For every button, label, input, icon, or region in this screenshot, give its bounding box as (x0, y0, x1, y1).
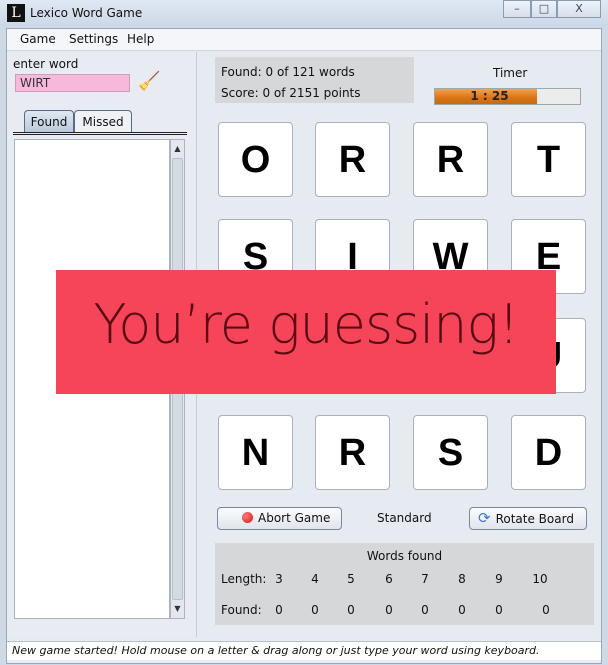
letter-tile[interactable]: R (315, 415, 390, 490)
enter-word-label: enter word (13, 57, 79, 71)
rotate-icon: ⟳ (478, 509, 491, 527)
length-value: 4 (311, 572, 319, 586)
abort-game-button[interactable]: Abort Game (217, 507, 342, 530)
found-count-value: 0 (421, 603, 429, 617)
length-value: 5 (347, 572, 355, 586)
words-found-panel: Words found Length: Found: 3 0 4 0 5 0 6 0 7 0 8 0 9… (215, 543, 594, 625)
length-value: 8 (458, 572, 466, 586)
found-count-value: 0 (385, 603, 393, 617)
rotate-board-button[interactable]: ⟳ Rotate Board (469, 507, 587, 530)
found-count-value: 0 (347, 603, 355, 617)
maximize-button[interactable]: □ (531, 0, 557, 18)
timer-value: 1 : 25 (470, 89, 509, 103)
length-label: Length: (221, 572, 267, 586)
mode-label: Standard (377, 511, 432, 525)
timer-progress-bar: 1 : 25 (434, 88, 581, 105)
window-title: Lexico Word Game (30, 6, 143, 20)
clear-broom-icon[interactable]: 🧹 (138, 71, 162, 95)
letter-tile[interactable]: T (511, 122, 586, 197)
scroll-up-icon[interactable]: ▲ (171, 142, 184, 156)
letter-tile[interactable]: S (413, 415, 488, 490)
rotate-label: Rotate Board (495, 512, 574, 526)
found-label: Found: (221, 603, 262, 617)
letter-tile[interactable]: O (218, 122, 293, 197)
length-value: 7 (421, 572, 429, 586)
menu-help[interactable]: Help (127, 32, 154, 46)
letter-tile[interactable]: R (315, 122, 390, 197)
scroll-down-icon[interactable]: ▼ (171, 602, 184, 616)
tab-found[interactable]: Found (24, 110, 74, 133)
length-value: 6 (385, 572, 393, 586)
abort-label: Abort Game (258, 511, 331, 525)
guessing-overlay-banner: You’re guessing! (56, 270, 556, 394)
timer-label: Timer (493, 66, 528, 80)
score-panel: Found: 0 of 121 words Score: 0 of 2151 p… (215, 57, 414, 103)
length-value: 9 (495, 572, 503, 586)
found-count-value: 0 (495, 603, 503, 617)
found-count-value: 0 (542, 603, 550, 617)
status-bar: New game started! Hold mouse on a letter… (7, 641, 601, 660)
found-count: Found: 0 of 121 words (221, 65, 355, 79)
found-count-value: 0 (311, 603, 319, 617)
tab-missed[interactable]: Missed (74, 110, 132, 133)
tab-divider (13, 132, 187, 135)
words-found-title: Words found (366, 549, 443, 563)
length-value: 3 (275, 572, 283, 586)
stop-icon (242, 512, 253, 523)
score-count: Score: 0 of 2151 points (221, 86, 361, 100)
word-input[interactable]: WIRT (15, 74, 130, 92)
found-count-value: 0 (458, 603, 466, 617)
minimize-button[interactable]: – (503, 0, 531, 18)
close-button[interactable]: X (557, 0, 601, 18)
length-value: 10 (532, 572, 548, 586)
letter-tile[interactable]: D (511, 415, 586, 490)
menu-game[interactable]: Game (20, 32, 56, 46)
letter-tile[interactable]: R (413, 122, 488, 197)
found-count-value: 0 (275, 603, 283, 617)
menu-settings[interactable]: Settings (69, 32, 118, 46)
app-logo-icon: L (7, 4, 25, 22)
letter-tile[interactable]: N (218, 415, 293, 490)
